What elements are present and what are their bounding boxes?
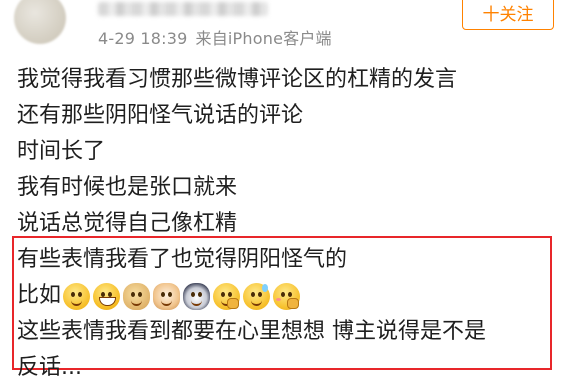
doge-emoji-icon bbox=[123, 282, 151, 310]
sweat-emoji-icon bbox=[243, 282, 271, 310]
post-source: 来自iPhone客户端 bbox=[195, 29, 332, 48]
post-line: 时间长了 bbox=[17, 139, 106, 164]
post-content: 我觉得我看习惯那些微博评论区的杠精的发言 还有那些阴阳怪气说话的评论 时间长了 … bbox=[17, 62, 557, 386]
post-line: 这些表情我看到都要在心里想想 博主说得是不是 bbox=[17, 319, 486, 344]
post-line-text: 比如 bbox=[17, 283, 62, 308]
post-timestamp: 4-29 18:39 bbox=[98, 29, 188, 48]
follow-button[interactable]: 十关注 bbox=[462, 0, 554, 30]
post-line-with-emojis: 比如 bbox=[17, 278, 557, 314]
avatar[interactable] bbox=[14, 0, 66, 44]
shy-emoji-icon bbox=[273, 282, 301, 310]
post-line: 有些表情我看了也觉得阴阳怪气的 bbox=[17, 247, 348, 272]
post-header: 4-29 18:39 来自iPhone客户端 十关注 bbox=[0, 0, 564, 52]
post-line: 还有那些阴阳怪气说话的评论 bbox=[17, 103, 304, 128]
emoji-row bbox=[63, 278, 303, 314]
husky-emoji-icon bbox=[183, 282, 211, 310]
post-line: 我觉得我看习惯那些微博评论区的杠精的发言 bbox=[17, 67, 458, 92]
post-line: 说话总觉得自己像杠精 bbox=[17, 211, 238, 236]
username-blurred[interactable] bbox=[98, 2, 268, 16]
smile-emoji-icon bbox=[63, 282, 91, 310]
post-line: 反话... bbox=[17, 355, 82, 380]
post-line: 我有时候也是张口就来 bbox=[17, 175, 238, 200]
grin-emoji-icon bbox=[93, 282, 121, 310]
cat-emoji-icon bbox=[153, 282, 181, 310]
think-emoji-icon bbox=[213, 282, 241, 310]
post-meta: 4-29 18:39 来自iPhone客户端 bbox=[98, 25, 332, 49]
